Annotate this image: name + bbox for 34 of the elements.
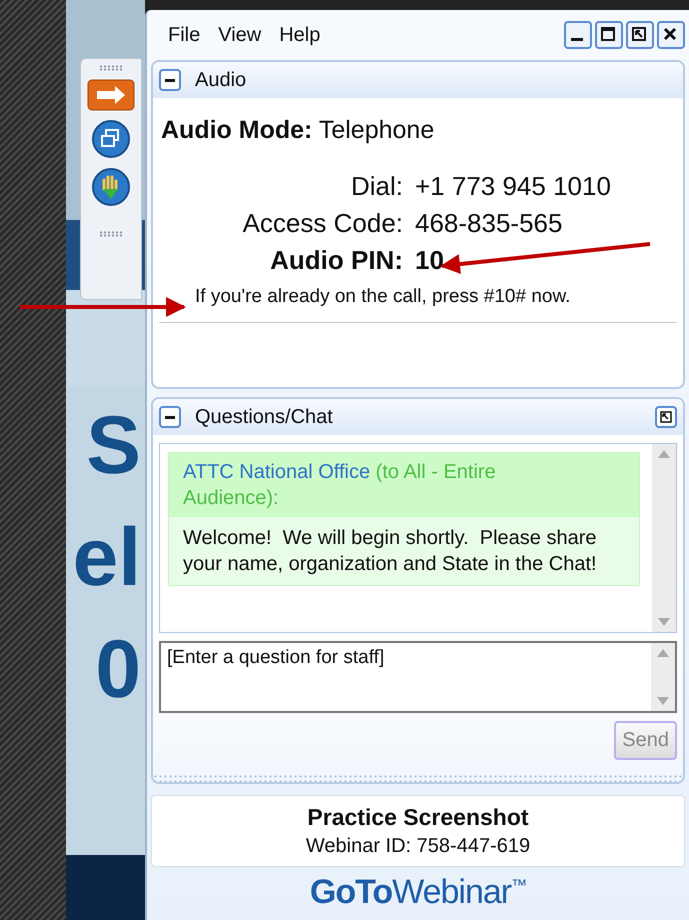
audio-note: If you're already on the call, press #10# now.: [195, 286, 572, 308]
collapse-button[interactable]: [159, 406, 181, 428]
raise-hand-icon[interactable]: [91, 167, 131, 207]
slide-text: S: [86, 405, 142, 487]
minimize-button[interactable]: [564, 21, 592, 49]
panel-title: Audio: [195, 68, 246, 92]
toolbar-grip[interactable]: [99, 65, 123, 71]
maximize-button[interactable]: [595, 21, 623, 49]
webinar-id: Webinar ID: 758-447-619: [306, 835, 530, 858]
menu-item[interactable]: View: [211, 20, 268, 50]
detail-value: +1 773 945 1010: [415, 171, 611, 202]
restore-button[interactable]: [626, 21, 654, 49]
window-icon[interactable]: [91, 119, 131, 159]
close-button[interactable]: [657, 21, 685, 49]
popout-button[interactable]: [655, 406, 677, 428]
detail-value: 468-835-565: [415, 208, 562, 239]
logo: GoToWebinar$^{™}$: [308, 873, 528, 912]
collapse-button[interactable]: [159, 69, 181, 91]
detail-label: Dial:: [350, 171, 403, 202]
session-title: Practice Screenshot: [307, 804, 529, 831]
menu-item[interactable]: File: [161, 20, 208, 50]
toolbar-grip[interactable]: [99, 231, 123, 237]
menu-item[interactable]: Help: [272, 20, 328, 50]
detail-label: Audio PIN:: [269, 245, 403, 276]
detail-label: Access Code:: [242, 208, 403, 239]
message-text: Welcome! We will begin shortly. Please share your name, organization and State in the Chat!: [182, 526, 598, 577]
slide-text: el: [72, 517, 142, 599]
resize-grip[interactable]: [153, 774, 683, 782]
panel-title: Questions/Chat: [195, 406, 333, 428]
message-header: ATTC National Office (to All - Entire Audience):: [169, 453, 639, 517]
slide-text: 0: [95, 629, 142, 711]
arrow-button[interactable]: [87, 79, 135, 111]
detail-value: 10: [415, 245, 444, 276]
audio-mode: Audio Mode: Telephone: [161, 116, 436, 145]
